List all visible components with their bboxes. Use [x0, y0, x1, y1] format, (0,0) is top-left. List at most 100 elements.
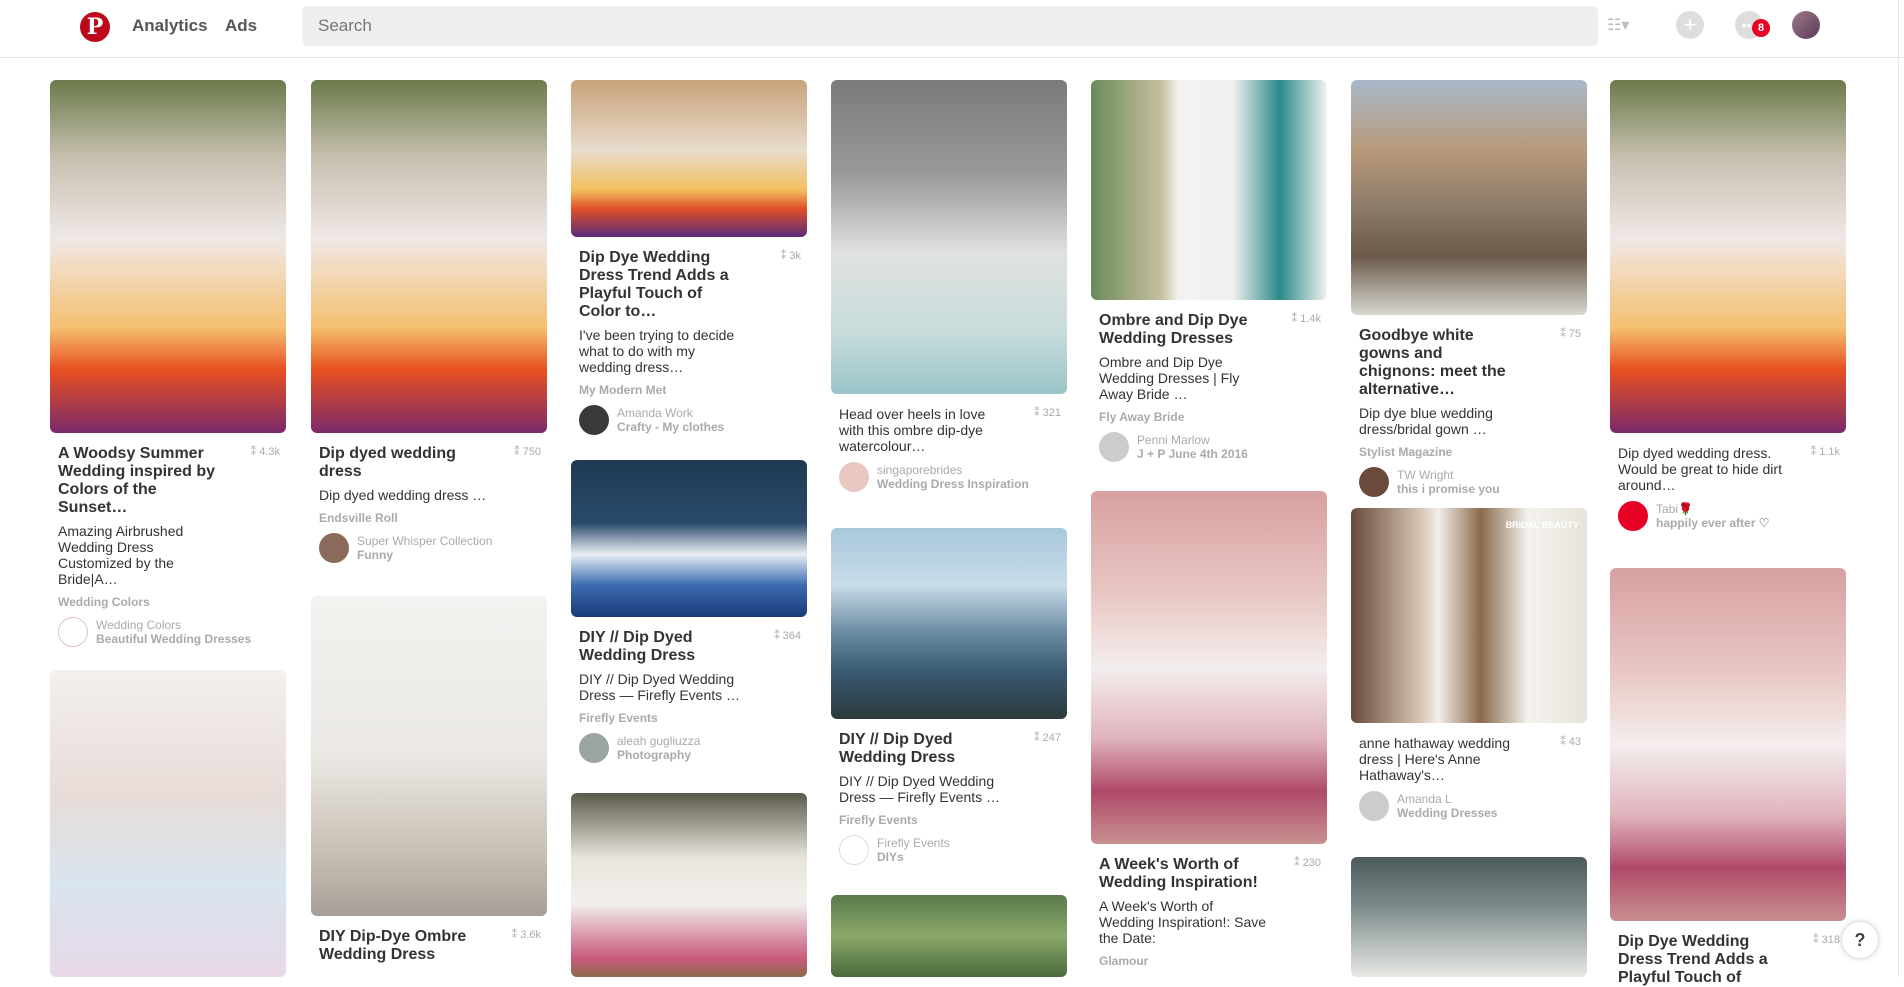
pin-image[interactable]	[571, 80, 807, 237]
pinner-avatar[interactable]	[839, 835, 869, 865]
pin-card[interactable]: BRIDAL BEAUTY ⁑ 43 anne hathaway wedding…	[1351, 508, 1587, 821]
pinner-name[interactable]: Wedding Colors	[96, 618, 251, 632]
pinner-board[interactable]: happily ever after ♡	[1656, 516, 1769, 530]
pinterest-logo-icon[interactable]: P	[80, 12, 110, 42]
pin-image[interactable]	[1610, 80, 1846, 433]
pinner-avatar[interactable]	[579, 733, 609, 763]
pin-card[interactable]: ⁑ 321 Head over heels in love with this …	[831, 80, 1067, 492]
pinner-info[interactable]: singaporebrides Wedding Dress Inspiratio…	[839, 462, 1059, 492]
repin-count: ⁑ 43	[1560, 736, 1581, 748]
pin-source[interactable]: Glamour	[1099, 954, 1319, 968]
pin-image[interactable]	[571, 460, 807, 617]
pinner-name[interactable]: Penni Marlow	[1137, 433, 1248, 447]
help-button[interactable]: ?	[1842, 922, 1878, 958]
pinner-info[interactable]: aleah gugliuzza Photography	[579, 733, 799, 763]
pin-source[interactable]: Endsville Roll	[319, 511, 539, 525]
pin-card[interactable]	[831, 895, 1067, 977]
pin-image[interactable]	[1351, 80, 1587, 315]
pinner-info[interactable]: Super Whisper Collection Funny	[319, 533, 539, 563]
pinner-info[interactable]: Firefly Events DIYs	[839, 835, 1059, 865]
search-input[interactable]	[302, 6, 1598, 46]
pin-description: Dip dyed wedding dress …	[319, 487, 487, 503]
pin-card[interactable]: DIY // Dip Dyed Wedding Dress ⁑ 364 DIY …	[571, 460, 807, 763]
pin-image[interactable]	[1091, 491, 1327, 844]
profile-avatar[interactable]	[1792, 11, 1820, 39]
pinner-info[interactable]: Amanda L Wedding Dresses	[1359, 791, 1579, 821]
pinner-board[interactable]: Funny	[357, 548, 492, 562]
repin-count-value: 247	[1042, 732, 1061, 744]
pin-image[interactable]	[831, 895, 1067, 977]
pinner-info[interactable]: Penni Marlow J + P June 4th 2016	[1099, 432, 1319, 462]
pinner-board[interactable]: Wedding Dresses	[1397, 806, 1497, 820]
pin-source[interactable]: Wedding Colors	[58, 595, 278, 609]
pin-source[interactable]: My Modern Met	[579, 383, 799, 397]
nav-ads-link[interactable]: Ads	[225, 16, 257, 36]
pin-card[interactable]: DIY Dip-Dye Ombre Wedding Dress ⁑ 3.6k	[311, 596, 547, 964]
pinner-name[interactable]: TW Wright	[1397, 468, 1500, 482]
pin-card[interactable]: ⁑ 1.1k Dip dyed wedding dress. Would be …	[1610, 80, 1846, 531]
pin-card[interactable]	[1351, 857, 1587, 977]
pin-image[interactable]: BRIDAL BEAUTY	[1351, 508, 1587, 723]
pin-card[interactable]: DIY // Dip Dyed Wedding Dress ⁑ 247 DIY …	[831, 528, 1067, 865]
repin-count-value: 43	[1568, 736, 1581, 748]
pin-card[interactable]	[50, 670, 286, 977]
pin-image[interactable]	[311, 596, 547, 916]
repin-count-value: 321	[1042, 407, 1061, 419]
pin-image[interactable]	[50, 670, 286, 977]
pinner-name[interactable]: Super Whisper Collection	[357, 534, 492, 548]
pin-card[interactable]: Ombre and Dip Dye Wedding Dresses ⁑ 1.4k…	[1091, 80, 1327, 462]
pin-card[interactable]: Dip Dye Wedding Dress Trend Adds a Playf…	[1610, 568, 1846, 987]
pin-source[interactable]: Firefly Events	[839, 813, 1059, 827]
pinner-info[interactable]: Amanda Work Crafty - My clothes	[579, 405, 799, 435]
pin-description: Dip dyed wedding dress. Would be great t…	[1618, 445, 1782, 493]
pin-image[interactable]	[1610, 568, 1846, 921]
pinner-name[interactable]: Amanda Work	[617, 406, 724, 420]
pinner-info[interactable]: Wedding Colors Beautiful Wedding Dresses	[58, 617, 278, 647]
pinner-board[interactable]: J + P June 4th 2016	[1137, 447, 1248, 461]
pin-card[interactable]: Dip dyed wedding dress ⁑ 750 Dip dyed we…	[311, 80, 547, 563]
pin-card[interactable]: Dip Dye Wedding Dress Trend Adds a Playf…	[571, 80, 807, 435]
pinner-avatar[interactable]	[579, 405, 609, 435]
pin-image[interactable]	[50, 80, 286, 433]
pinner-avatar[interactable]	[319, 533, 349, 563]
pinner-board[interactable]: Beautiful Wedding Dresses	[96, 632, 251, 646]
pin-card[interactable]	[571, 793, 807, 977]
search-bar[interactable]	[302, 6, 1598, 46]
pinner-name[interactable]: Tabi🌹	[1656, 502, 1769, 516]
pinner-avatar[interactable]	[58, 617, 88, 647]
pinner-board[interactable]: DIYs	[877, 850, 950, 864]
add-icon[interactable]: +	[1676, 11, 1704, 39]
pinner-board[interactable]: Crafty - My clothes	[617, 420, 724, 434]
pin-image[interactable]	[1091, 80, 1327, 300]
pinner-name[interactable]: singaporebrides	[877, 463, 1029, 477]
pin-image[interactable]	[831, 80, 1067, 394]
pinner-board[interactable]: Photography	[617, 748, 700, 762]
pin-description: A Week's Worth of Wedding Inspiration!: …	[1099, 898, 1267, 946]
pin-card[interactable]: A Woodsy Summer Wedding inspired by Colo…	[50, 80, 286, 647]
pinner-name[interactable]: aleah gugliuzza	[617, 734, 700, 748]
pinner-board[interactable]: Wedding Dress Inspiration	[877, 477, 1029, 491]
pin-image[interactable]	[831, 528, 1067, 719]
pin-image[interactable]	[311, 80, 547, 433]
pinner-avatar[interactable]	[1099, 432, 1129, 462]
pinner-name[interactable]: Amanda L	[1397, 792, 1497, 806]
scrollbar[interactable]	[1898, 0, 1904, 977]
pin-source[interactable]: Stylist Magazine	[1359, 445, 1579, 459]
pin-source[interactable]: Fly Away Bride	[1099, 410, 1319, 424]
pinner-board[interactable]: this i promise you	[1397, 482, 1500, 496]
list-view-icon[interactable]: ☷▾	[1607, 15, 1629, 35]
pinner-avatar[interactable]	[839, 462, 869, 492]
pinner-name[interactable]: Firefly Events	[877, 836, 950, 850]
pinner-avatar[interactable]	[1618, 501, 1648, 531]
repin-count: ⁑ 318	[1813, 934, 1840, 946]
pinner-info[interactable]: Tabi🌹 happily ever after ♡	[1618, 501, 1838, 531]
pin-card[interactable]: A Week's Worth of Wedding Inspiration! ⁑…	[1091, 491, 1327, 968]
pin-image[interactable]	[571, 793, 807, 977]
nav-analytics-link[interactable]: Analytics	[132, 16, 208, 36]
pin-source[interactable]: Firefly Events	[579, 711, 799, 725]
pin-card[interactable]: Goodbye white gowns and chignons: meet t…	[1351, 80, 1587, 497]
pinner-avatar[interactable]	[1359, 791, 1389, 821]
pin-image[interactable]	[1351, 857, 1587, 977]
pinner-avatar[interactable]	[1359, 467, 1389, 497]
pinner-info[interactable]: TW Wright this i promise you	[1359, 467, 1579, 497]
